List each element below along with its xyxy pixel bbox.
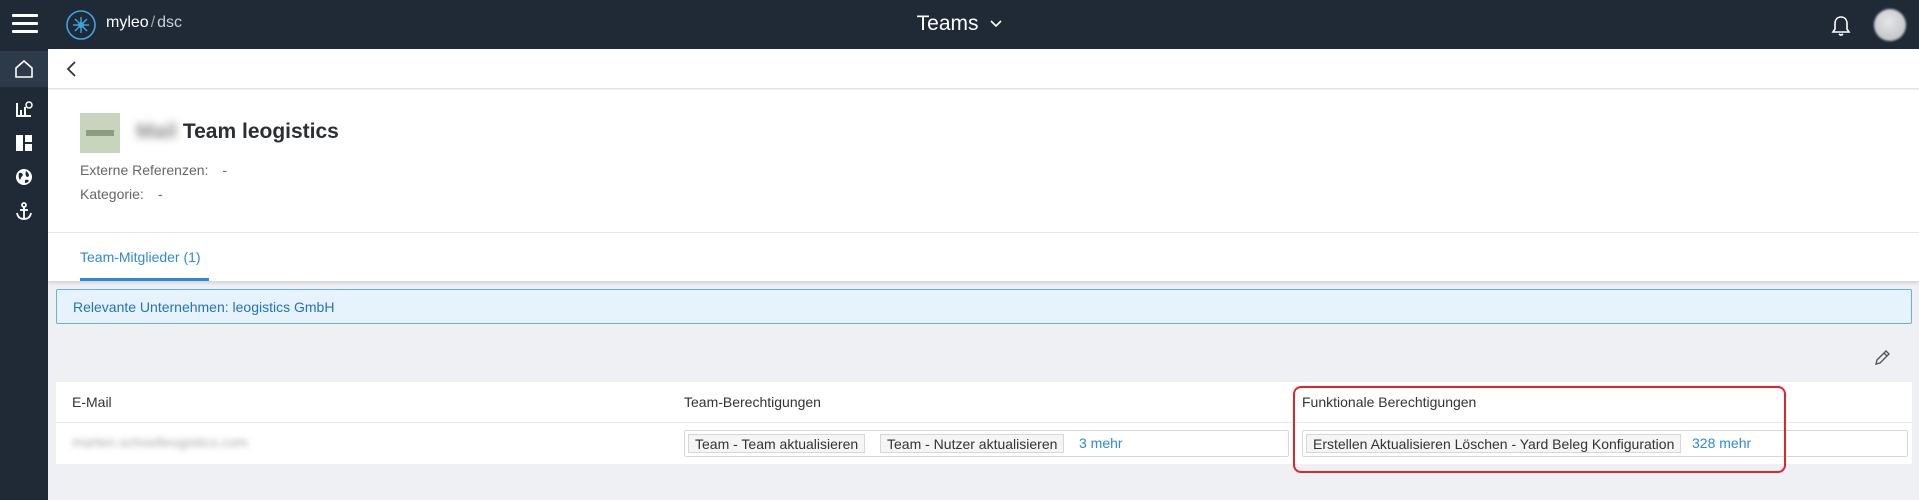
category: Kategorie: - — [80, 186, 163, 202]
team-permissions-field[interactable]: Team - Team aktualisieren Team - Nutzer … — [684, 430, 1289, 457]
team-name-blurred: Mail — [136, 120, 177, 143]
external-refs-label: Externe Referenzen: — [80, 162, 209, 178]
team-header: Mail Team leogistics Externe Referenzen: -… — [48, 90, 1919, 232]
globe-icon[interactable] — [0, 159, 48, 195]
column-header-team-permissions[interactable]: Team-Berechtigungen — [684, 394, 821, 410]
analytics-icon[interactable] — [0, 91, 48, 127]
side-nav — [0, 49, 48, 500]
team-name: Team leogistics — [182, 120, 339, 143]
anchor-icon[interactable] — [0, 193, 48, 229]
tab-active-indicator — [80, 278, 209, 281]
avatar[interactable] — [1874, 9, 1906, 41]
relevant-companies-banner: Relevante Unternehmen: leogistics GmbH — [56, 289, 1912, 324]
tab-bar: Team-Mitglieder (1) — [48, 232, 1919, 281]
home-icon[interactable] — [0, 51, 48, 87]
team-image — [80, 113, 120, 153]
column-header-email[interactable]: E-Mail — [72, 394, 112, 410]
team-title: Mail Team leogistics — [136, 120, 339, 144]
top-bar: myleo / dsc Teams — [0, 0, 1919, 49]
pencil-icon[interactable] — [1872, 348, 1892, 368]
chevron-down-icon[interactable] — [990, 20, 1002, 28]
external-refs: Externe Referenzen: - — [80, 162, 227, 178]
permission-chip: Team - Team aktualisieren — [688, 434, 866, 453]
back-bar — [48, 49, 1919, 89]
team-permissions-more-link[interactable]: 3 mehr — [1079, 435, 1123, 451]
category-label: Kategorie: — [80, 186, 144, 202]
highlight-box — [1293, 386, 1786, 473]
permission-chip: Team - Nutzer aktualisieren — [880, 434, 1065, 453]
external-refs-value: - — [222, 162, 228, 178]
page-title[interactable]: Teams — [917, 12, 979, 35]
back-arrow-icon[interactable] — [62, 59, 82, 79]
dashboard-icon[interactable] — [0, 125, 48, 161]
category-value: - — [157, 186, 163, 202]
bell-icon[interactable] — [1829, 14, 1853, 38]
tab-team-members[interactable]: Team-Mitglieder (1) — [80, 249, 201, 265]
member-email[interactable]: marten.schoelleogistics.com — [72, 434, 248, 450]
app-switcher[interactable]: Teams — [0, 12, 1919, 36]
